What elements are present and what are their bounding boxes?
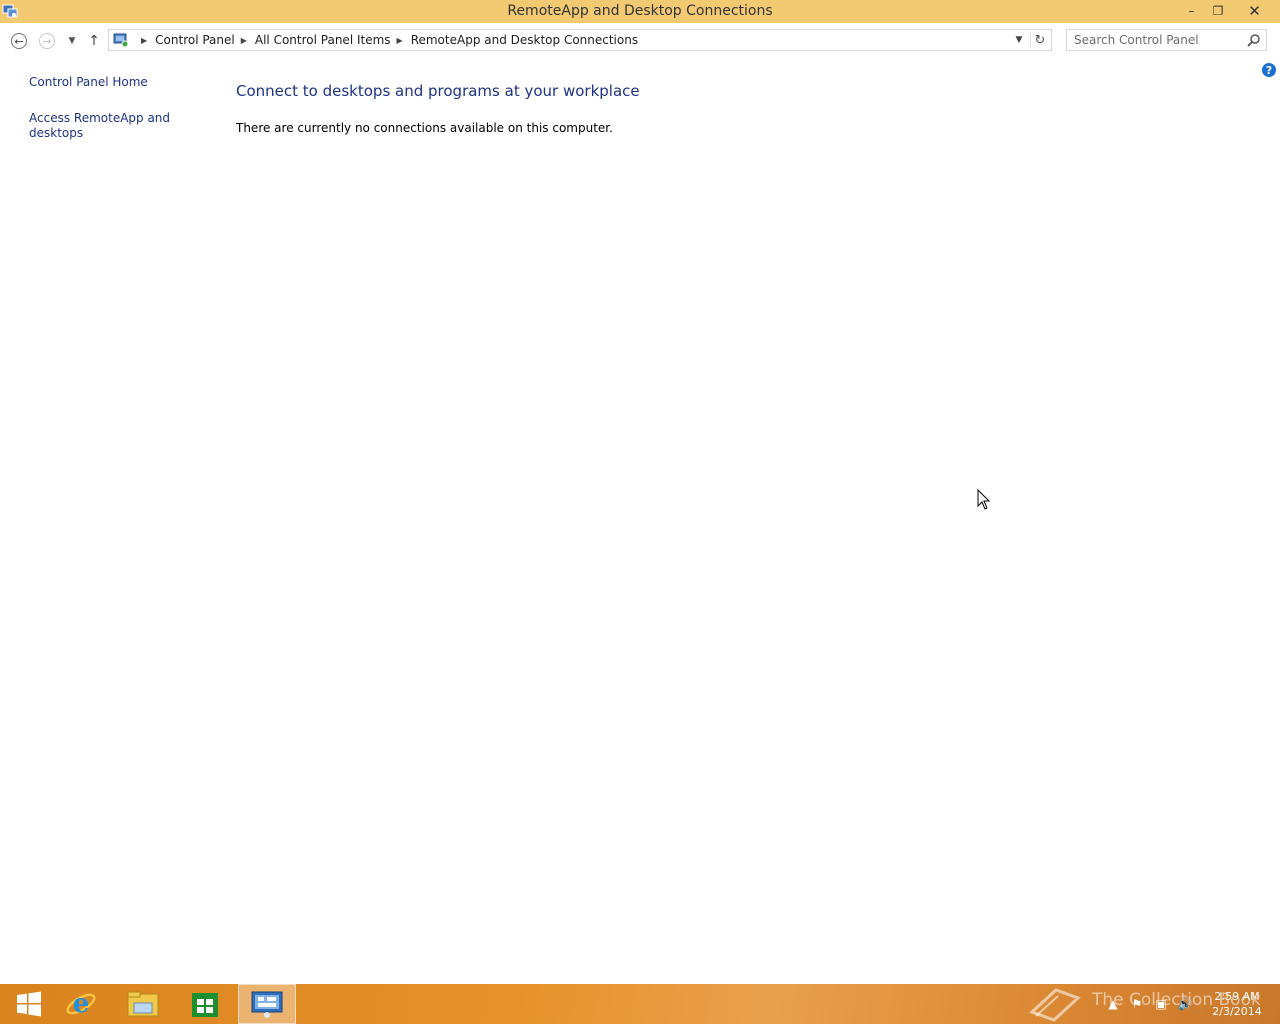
taskbar-control-panel[interactable]	[238, 984, 296, 1024]
internet-explorer-icon: e	[66, 989, 96, 1019]
breadcrumb-separator-icon[interactable]: ▶	[397, 36, 403, 45]
svg-text:e: e	[73, 989, 90, 1019]
forward-arrow-icon: →	[39, 33, 55, 49]
navigation-bar: ← → ▼ ↑ ▶ Control Panel ▶ All Control Pa…	[0, 23, 1280, 59]
taskbar-file-explorer[interactable]	[114, 984, 172, 1024]
start-button[interactable]	[0, 984, 58, 1024]
breadcrumb-separator-icon[interactable]: ▶	[241, 36, 247, 45]
action-center-icon[interactable]: ⚑	[1129, 996, 1145, 1012]
up-button[interactable]: ↑	[84, 31, 104, 51]
chevron-down-icon: ▼	[1015, 35, 1023, 45]
up-arrow-icon: ↑	[88, 33, 100, 49]
search-input[interactable]	[1067, 30, 1249, 50]
breadcrumb-remoteapp[interactable]: RemoteApp and Desktop Connections	[411, 33, 638, 47]
taskbar-store[interactable]	[176, 984, 234, 1024]
forward-button[interactable]: →	[37, 31, 57, 51]
window-title: RemoteApp and Desktop Connections	[507, 3, 773, 19]
book-logo-icon	[1029, 988, 1081, 1022]
search-icon[interactable]	[1247, 33, 1261, 47]
control-panel-home-link[interactable]: Control Panel Home	[29, 75, 199, 90]
minimize-button[interactable]: –	[1178, 0, 1205, 21]
clock-date: 2/3/2014	[1212, 1005, 1262, 1018]
clock[interactable]: 2:59 AM 2/3/2014	[1200, 989, 1274, 1019]
address-dropdown-button[interactable]: ▼	[1011, 32, 1027, 48]
search-box[interactable]	[1066, 29, 1267, 51]
control-panel-icon	[251, 991, 283, 1018]
refresh-button[interactable]: ↻	[1030, 32, 1049, 48]
maximize-button[interactable]: ❐	[1205, 0, 1231, 21]
title-bar: RemoteApp and Desktop Connections – ❐ ✕	[0, 0, 1280, 23]
breadcrumb-separator-icon[interactable]: ▶	[141, 36, 147, 45]
chevron-up-icon: ▲	[1108, 997, 1118, 1011]
volume-icon[interactable]: 🔊	[1177, 996, 1193, 1012]
back-arrow-icon: ←	[11, 33, 27, 49]
breadcrumb-control-panel[interactable]: Control Panel	[155, 33, 235, 47]
control-panel-icon	[113, 33, 129, 48]
taskbar: e The Collection Book ▲ ⚑ ▣ 🔊 2:59 AM 2/…	[0, 984, 1280, 1024]
back-button[interactable]: ←	[9, 31, 29, 51]
help-icon: ?	[1265, 63, 1273, 77]
folder-icon	[127, 991, 159, 1017]
access-remoteapp-link[interactable]: Access RemoteApp and desktops	[29, 111, 199, 141]
address-bar[interactable]: ▶ Control Panel ▶ All Control Panel Item…	[108, 29, 1052, 51]
refresh-icon: ↻	[1034, 32, 1046, 48]
taskbar-internet-explorer[interactable]: e	[52, 984, 110, 1024]
close-button[interactable]: ✕	[1231, 0, 1278, 21]
breadcrumb-all-items[interactable]: All Control Panel Items	[255, 33, 391, 47]
close-icon: ✕	[1248, 1, 1261, 20]
page-title: Connect to desktops and programs at your…	[236, 82, 640, 100]
windows-logo-icon	[17, 991, 41, 1017]
chevron-down-icon: ▼	[68, 36, 76, 46]
status-message: There are currently no connections avail…	[236, 121, 613, 135]
mouse-cursor-icon	[977, 489, 991, 510]
help-button[interactable]: ?	[1262, 63, 1276, 77]
network-icon[interactable]: ▣	[1153, 996, 1169, 1012]
recent-locations-button[interactable]: ▼	[62, 31, 82, 51]
left-pane: Control Panel Home Access RemoteApp and …	[29, 73, 199, 141]
show-hidden-icons-button[interactable]: ▲	[1105, 996, 1121, 1012]
restore-icon: ❐	[1212, 3, 1224, 18]
minimize-icon: –	[1188, 3, 1195, 18]
clock-time: 2:59 AM	[1214, 990, 1260, 1003]
store-icon	[192, 993, 218, 1017]
